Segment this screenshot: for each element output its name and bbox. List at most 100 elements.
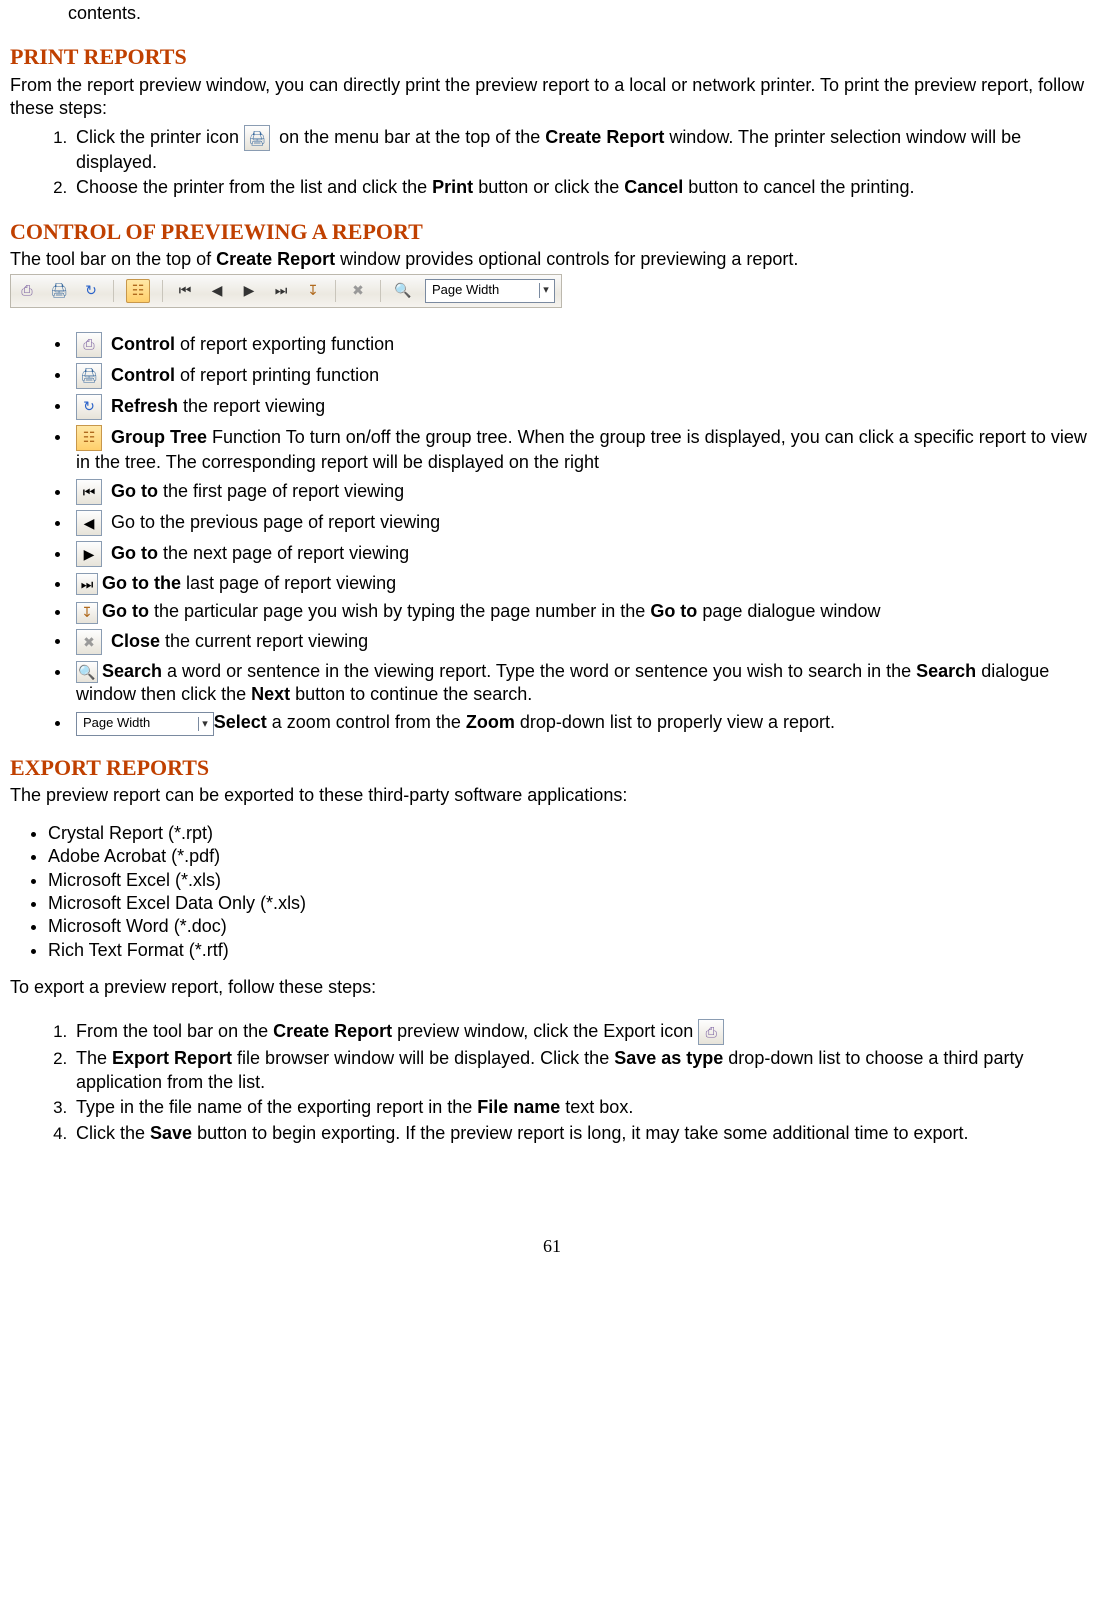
- text: button to begin exporting. If the previe…: [192, 1123, 968, 1143]
- legend-grouptree: ☷ Group Tree Function To turn on/off the…: [72, 425, 1094, 474]
- search-icon: 🔍: [76, 661, 98, 683]
- text: Refresh: [106, 395, 178, 415]
- text: The tool bar on the top of: [10, 249, 216, 269]
- text: Go to: [106, 481, 158, 501]
- legend-export: ⎙ Control of report exporting function: [72, 332, 1094, 358]
- export-icon: ⎙: [698, 1019, 724, 1045]
- text: Function To turn on/off the group tree. …: [76, 426, 1087, 471]
- export-icon[interactable]: ⎙: [17, 281, 37, 301]
- text: last page of report viewing: [181, 573, 396, 593]
- legend-search: 🔍Search a word or sentence in the viewin…: [72, 660, 1094, 707]
- text: Create Report: [216, 249, 335, 269]
- text: Select: [214, 712, 267, 732]
- list-item: Microsoft Excel Data Only (*.xls): [48, 892, 1094, 915]
- text: text box.: [560, 1097, 633, 1117]
- goto-page-icon: ↧: [76, 602, 98, 624]
- separator: [113, 280, 114, 302]
- text: Search: [102, 661, 162, 681]
- text: of report exporting function: [175, 333, 394, 353]
- legend-zoom: Page Width ▾ Select a zoom control from …: [72, 711, 1094, 735]
- text: the report viewing: [178, 395, 325, 415]
- list-item: Rich Text Format (*.rtf): [48, 939, 1094, 962]
- legend-close: ✖ Close the current report viewing: [72, 629, 1094, 655]
- text: Control: [106, 333, 175, 353]
- text: button to cancel the printing.: [683, 177, 914, 197]
- goto-page-icon[interactable]: ↧: [303, 281, 323, 301]
- text: Next: [251, 684, 290, 704]
- zoom-dropdown[interactable]: Page Width ▾: [425, 279, 555, 303]
- separator: [335, 280, 336, 302]
- next-page-icon[interactable]: ▶: [239, 281, 259, 301]
- legend-prev: ◀ Go to the previous page of report view…: [72, 510, 1094, 536]
- export-icon: ⎙: [76, 332, 102, 358]
- text: Close: [106, 630, 160, 650]
- legend-goto: ↧Go to the particular page you wish by t…: [72, 600, 1094, 623]
- legend-print: 🖨 Control of report printing function: [72, 363, 1094, 389]
- first-page-icon[interactable]: ⏮: [175, 281, 195, 301]
- export-step-3: Type in the file name of the exporting r…: [72, 1096, 1094, 1119]
- legend-refresh: ↻ Refresh the report viewing: [72, 394, 1094, 420]
- text: Search: [916, 661, 976, 681]
- text: Group Tree: [106, 426, 207, 446]
- text: Print: [432, 177, 473, 197]
- text: the particular page you wish by typing t…: [149, 601, 650, 621]
- text: Go to: [102, 601, 149, 621]
- legend-first: ⏮ Go to the first page of report viewing: [72, 479, 1094, 505]
- refresh-icon[interactable]: ↻: [81, 281, 101, 301]
- export-step-2: The Export Report file browser window wi…: [72, 1047, 1094, 1094]
- control-preview-heading: CONTROL OF PREVIEWING A REPORT: [10, 218, 1094, 247]
- text: Type in the file name of the exporting r…: [76, 1097, 477, 1117]
- export-steps: From the tool bar on the Create Report p…: [46, 1019, 1094, 1145]
- text: Go to the: [102, 573, 181, 593]
- print-reports-steps: Click the printer icon 🖨 on the menu bar…: [46, 125, 1094, 200]
- text: Click the: [76, 1123, 150, 1143]
- prev-page-icon[interactable]: ◀: [207, 281, 227, 301]
- text: From the tool bar on the: [76, 1021, 273, 1041]
- first-page-icon: ⏮: [76, 479, 102, 505]
- text: Create Report: [545, 127, 664, 147]
- text: Go to: [650, 601, 697, 621]
- text: the current report viewing: [160, 630, 368, 650]
- print-step-1: Click the printer icon 🖨 on the menu bar…: [72, 125, 1094, 174]
- export-step-4: Click the Save button to begin exporting…: [72, 1122, 1094, 1145]
- text: Choose the printer from the list and cli…: [76, 177, 432, 197]
- last-page-icon[interactable]: ⏭: [271, 281, 291, 301]
- list-item: Adobe Acrobat (*.pdf): [48, 845, 1094, 868]
- text: Save: [150, 1123, 192, 1143]
- text: button or click the: [473, 177, 624, 197]
- toolbar-legend: ⎙ Control of report exporting function 🖨…: [46, 332, 1094, 736]
- chevron-down-icon: ▾: [198, 717, 211, 731]
- control-preview-intro: The tool bar on the top of Create Report…: [10, 248, 1094, 271]
- text: window provides optional controls for pr…: [335, 249, 798, 269]
- legend-next: ▶ Go to the next page of report viewing: [72, 541, 1094, 567]
- text: preview window, click the Export icon: [392, 1021, 698, 1041]
- group-tree-icon[interactable]: ☷: [126, 279, 150, 303]
- text: drop-down list to properly view a report…: [515, 712, 835, 732]
- print-reports-intro: From the report preview window, you can …: [10, 74, 1094, 121]
- export-reports-intro: The preview report can be exported to th…: [10, 784, 1094, 807]
- text: a zoom control from the: [267, 712, 466, 732]
- print-step-2: Choose the printer from the list and cli…: [72, 176, 1094, 199]
- orphan-text: contents.: [68, 2, 1094, 25]
- report-toolbar: ⎙ 🖨 ↻ ☷ ⏮ ◀ ▶ ⏭ ↧ ✖ 🔍 Page Width ▾: [10, 274, 562, 308]
- close-icon[interactable]: ✖: [348, 281, 368, 301]
- group-tree-icon: ☷: [76, 425, 102, 451]
- export-step-1: From the tool bar on the Create Report p…: [72, 1019, 1094, 1045]
- list-item: Crystal Report (*.rpt): [48, 822, 1094, 845]
- prev-page-icon: ◀: [76, 510, 102, 536]
- text: Control: [106, 364, 175, 384]
- text: Cancel: [624, 177, 683, 197]
- separator: [380, 280, 381, 302]
- zoom-value: Page Width: [432, 282, 499, 299]
- printer-icon[interactable]: 🖨: [49, 281, 69, 301]
- text: File name: [477, 1097, 560, 1117]
- search-icon[interactable]: 🔍: [393, 281, 413, 301]
- page-number: 61: [10, 1235, 1094, 1258]
- text: The: [76, 1048, 112, 1068]
- close-icon: ✖: [76, 629, 102, 655]
- zoom-dropdown: Page Width ▾: [76, 712, 214, 736]
- refresh-icon: ↻: [76, 394, 102, 420]
- printer-icon: 🖨: [76, 363, 102, 389]
- export-formats: Crystal Report (*.rpt) Adobe Acrobat (*.…: [36, 822, 1094, 962]
- text: Click the printer icon: [76, 127, 244, 147]
